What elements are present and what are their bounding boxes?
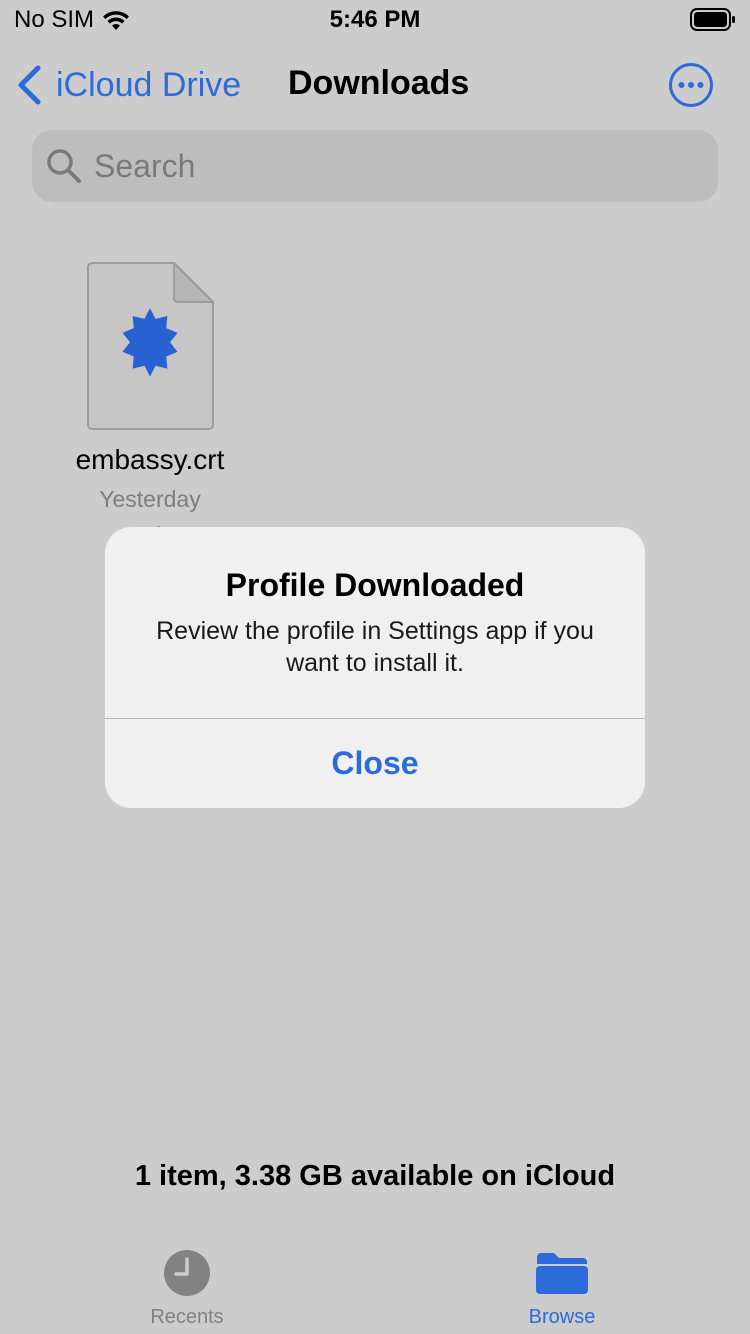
back-button[interactable]: iCloud Drive	[16, 62, 241, 108]
file-name: embassy.crt	[75, 444, 225, 475]
tab-recents[interactable]: Recents	[107, 1248, 267, 1334]
tab-browse-label: Browse	[528, 1306, 596, 1328]
ellipsis-circle-icon[interactable]	[668, 62, 714, 108]
search-bar[interactable]	[32, 130, 718, 202]
tab-browse[interactable]: Browse	[482, 1248, 642, 1334]
alert-dialog: Profile Downloaded Review the profile in…	[105, 527, 645, 808]
status-time: 5:46 PM	[329, 6, 421, 33]
search-input[interactable]	[94, 147, 674, 185]
storage-summary: 1 item, 3.38 GB available on iCloud	[134, 1160, 616, 1192]
clock-icon	[164, 1250, 210, 1296]
chevron-left-icon	[18, 65, 41, 105]
file-date: Yesterday	[99, 486, 201, 512]
page-title: Downloads	[288, 64, 470, 102]
tab-recents-label: Recents	[150, 1306, 224, 1328]
alert-title: Profile Downloaded	[225, 567, 525, 603]
certificate-file-icon[interactable]	[86, 262, 214, 430]
magnifying-glass-icon	[47, 149, 81, 183]
folder-icon	[536, 1253, 588, 1294]
back-button-label: iCloud Drive	[56, 65, 242, 104]
close-button[interactable]: Close	[105, 719, 645, 808]
battery-full-icon	[690, 8, 735, 31]
alert-message: Review the profile in Settings app if yo…	[156, 617, 594, 677]
